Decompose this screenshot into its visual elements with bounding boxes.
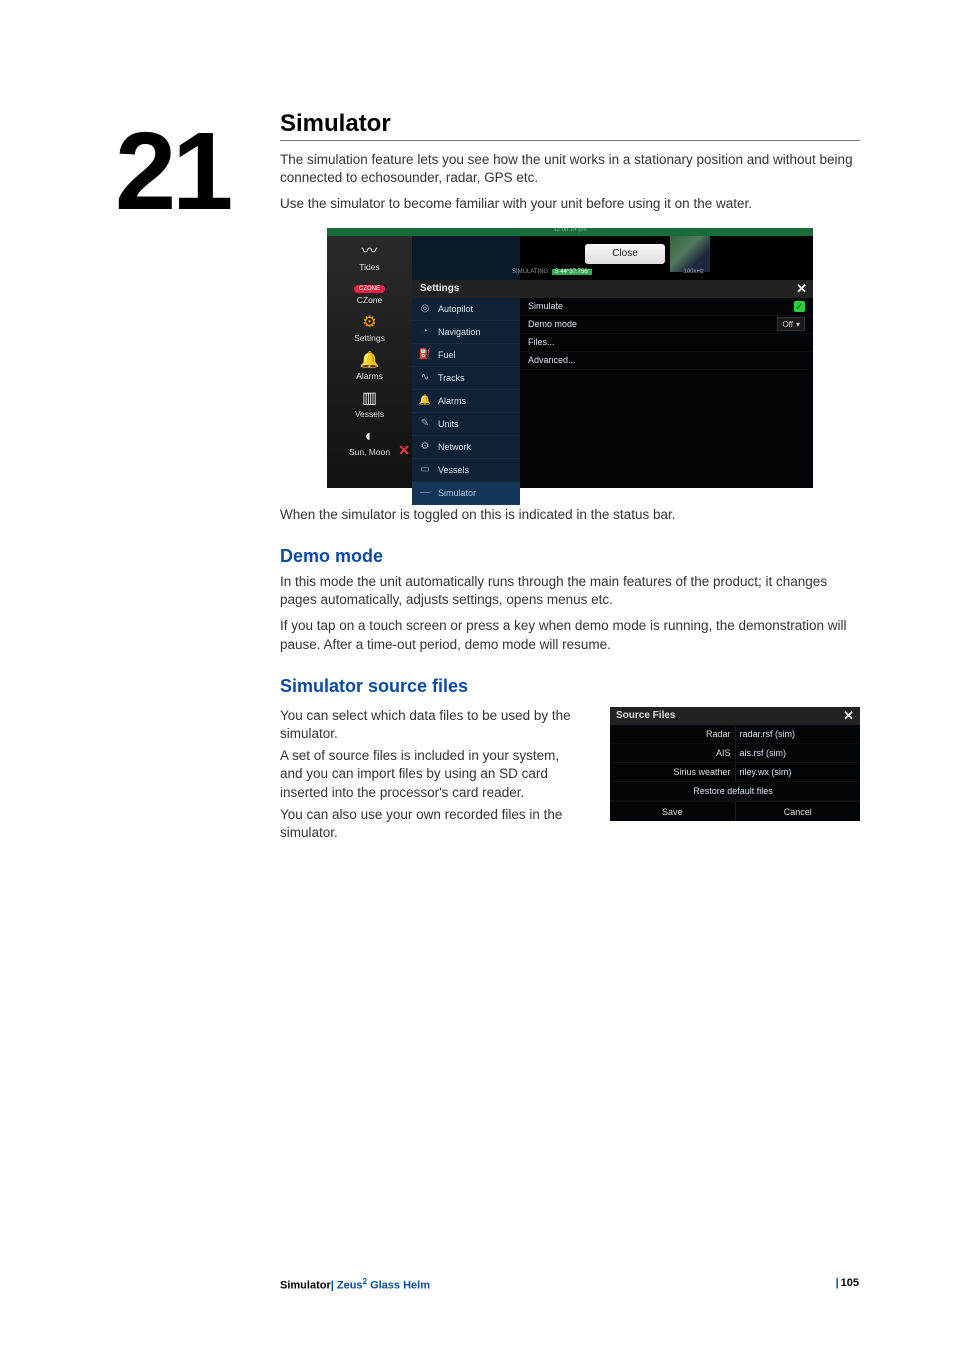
autopilot-icon: ◎: [418, 303, 432, 314]
option-demo-mode[interactable]: Demo mode Off▾: [520, 316, 813, 334]
bell-icon: 🔔: [327, 353, 412, 369]
source-files-p2: A set of source files is included in you…: [280, 747, 580, 802]
demo-mode-p2: If you tap on a touch screen or press a …: [280, 617, 860, 653]
tools-panel: 〰 Tides CZONE CZone ⚙ Settings 🔔 Alarms: [327, 236, 412, 488]
restore-default-files[interactable]: Restore default files: [610, 782, 860, 801]
tool-settings-label: Settings: [354, 333, 385, 343]
demo-mode-p1: In this mode the unit automatically runs…: [280, 573, 860, 609]
screenshot-settings-simulator: 12:08:14 pm 〰 Tides CZONE CZone ⚙ Settin…: [327, 228, 813, 488]
screenshot-source-files: Source Files ✕ Radar radar.rsf (sim) AIS…: [610, 707, 860, 821]
option-simulate[interactable]: Simulate: [520, 298, 813, 316]
cancel-button[interactable]: Cancel: [735, 801, 861, 821]
option-advanced[interactable]: Advanced...: [520, 352, 813, 370]
substatus-bar: SIMULATING S 44°37.756' 100kHz: [512, 269, 704, 275]
source-files-header: Source Files ✕: [610, 707, 860, 725]
status-bar-time: 12:08:14 pm: [553, 227, 586, 233]
option-files[interactable]: Files...: [520, 334, 813, 352]
tracks-icon: ∿: [418, 372, 432, 383]
page-footer: Simulator| Zeus2 Glass Helm |105: [280, 1277, 859, 1292]
save-button[interactable]: Save: [610, 801, 735, 821]
tool-vessels-label: Vessels: [355, 409, 384, 419]
tool-czone-label: CZone: [357, 295, 383, 305]
source-files-p1: You can select which data files to be us…: [280, 707, 580, 743]
tool-settings[interactable]: ⚙ Settings: [327, 311, 412, 349]
tool-tides-label: Tides: [359, 262, 379, 272]
close-x-icon[interactable]: ✕: [398, 442, 410, 459]
tool-alarms-label: Alarms: [356, 371, 382, 381]
close-icon[interactable]: ✕: [796, 280, 807, 298]
settings-item-vessels[interactable]: ▭Vessels: [412, 459, 520, 482]
settings-item-autopilot[interactable]: ◎Autopilot: [412, 298, 520, 321]
settings-item-tracks[interactable]: ∿Tracks: [412, 367, 520, 390]
settings-item-units[interactable]: ✎Units: [412, 413, 520, 436]
source-row-radar[interactable]: Radar radar.rsf (sim): [610, 725, 860, 744]
page-number: 105: [841, 1277, 859, 1289]
source-files-p3: You can also use your own recorded files…: [280, 806, 580, 842]
tool-tides[interactable]: 〰 Tides: [327, 240, 412, 278]
after-screenshot-text: When the simulator is toggled on this is…: [280, 506, 860, 524]
settings-item-network[interactable]: ⚙Network: [412, 436, 520, 459]
settings-dialog: Close SIMULATING S 44°37.756' 100kHz Set…: [412, 236, 520, 488]
close-button[interactable]: Close: [585, 244, 665, 264]
source-row-sirius[interactable]: Sirius weather riley.wx (sim): [610, 763, 860, 782]
alarms-icon: 🔔: [418, 395, 432, 406]
demo-mode-dropdown[interactable]: Off▾: [777, 317, 805, 331]
status-bar: 12:08:14 pm: [327, 228, 813, 236]
settings-header: Settings ✕: [412, 280, 813, 298]
navigation-icon: ◔: [418, 326, 432, 337]
chevron-down-icon: ▾: [796, 316, 800, 333]
tool-czone[interactable]: CZONE CZone: [327, 278, 412, 311]
czone-badge: CZONE: [354, 285, 385, 293]
tides-icon: 〰: [327, 244, 412, 260]
tool-sun-moon-label: Sun, Moon: [349, 447, 390, 457]
settings-item-navigation[interactable]: ◔Navigation: [412, 321, 520, 344]
units-icon: ✎: [418, 418, 432, 429]
vessels-list-icon: ▭: [418, 464, 432, 475]
settings-item-alarms[interactable]: 🔔Alarms: [412, 390, 520, 413]
simulate-checkbox[interactable]: [794, 301, 805, 312]
intro-paragraph-2: Use the simulator to become familiar wit…: [280, 195, 860, 213]
map-thumb: [670, 236, 710, 272]
vessels-icon: ▥: [327, 391, 412, 407]
title-rule: [280, 140, 860, 141]
network-icon: ⚙: [418, 441, 432, 452]
source-row-ais[interactable]: AIS ais.rsf (sim): [610, 744, 860, 763]
footer-bar: |: [836, 1277, 839, 1289]
chapter-number: 21: [115, 108, 229, 235]
gear-icon: ⚙: [327, 315, 412, 331]
section-source-files-heading: Simulator source files: [280, 676, 860, 697]
page-title: Simulator: [280, 110, 860, 138]
footer-section: Simulator: [280, 1280, 331, 1292]
simulator-icon: —: [418, 487, 432, 498]
fuel-icon: ⛽: [418, 349, 432, 360]
tool-sun-moon[interactable]: ◐ Sun, Moon ✕: [327, 425, 412, 463]
settings-header-label: Settings: [420, 283, 459, 294]
simulator-options: Simulate Demo mode Off▾ Files... Advance…: [520, 298, 813, 488]
source-files-title: Source Files: [616, 707, 675, 725]
settings-list: ◎Autopilot ◔Navigation ⛽Fuel ∿Tracks 🔔Al…: [412, 298, 520, 488]
close-icon[interactable]: ✕: [843, 707, 854, 725]
intro-paragraph-1: The simulation feature lets you see how …: [280, 151, 860, 187]
section-demo-mode-heading: Demo mode: [280, 546, 860, 567]
tool-vessels[interactable]: ▥ Vessels: [327, 387, 412, 425]
settings-item-fuel[interactable]: ⛽Fuel: [412, 344, 520, 367]
settings-item-simulator[interactable]: —Simulator: [412, 482, 520, 505]
tool-alarms[interactable]: 🔔 Alarms: [327, 349, 412, 387]
